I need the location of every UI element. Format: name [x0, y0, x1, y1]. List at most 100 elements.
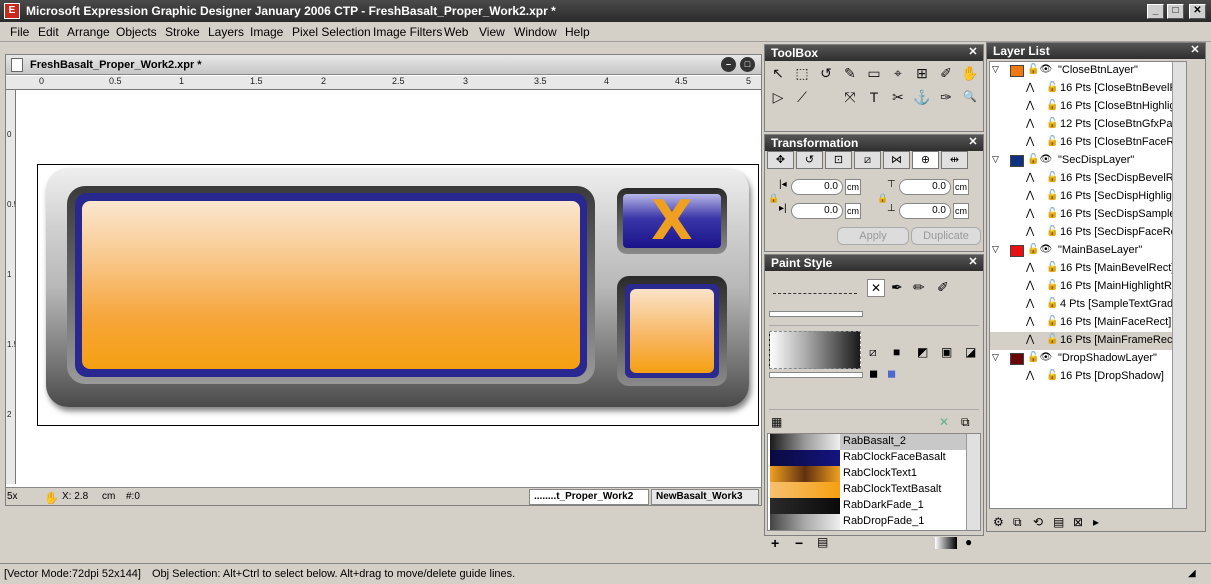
pen-tool-icon[interactable]: ✎	[840, 64, 860, 82]
move-tab-icon[interactable]: ✥	[767, 151, 794, 169]
expand-icon[interactable]: ▽	[992, 64, 999, 75]
unit-select[interactable]: cm	[953, 203, 969, 219]
menu-help[interactable]: Help	[565, 25, 590, 39]
object-row[interactable]: ⋀ 🔓16 Pts [SecDispHighlightRect]	[990, 188, 1186, 206]
no-fill-icon[interactable]: ⧄	[869, 345, 877, 360]
swatch-list[interactable]: RabBasalt_2 RabClockFaceBasalt RabClockT…	[767, 433, 981, 531]
main-frame-rect[interactable]: X	[46, 168, 749, 407]
new-layer-icon[interactable]: ⚙	[993, 515, 1004, 529]
doc-maximize-button[interactable]: □	[740, 57, 755, 72]
add-swatch-icon[interactable]: +	[771, 535, 779, 551]
swatch-item[interactable]: RabDropFade_1	[770, 514, 966, 530]
swatch-item[interactable]: RabClockTextBasalt	[770, 482, 966, 498]
remove-swatch-icon[interactable]: −	[795, 535, 803, 551]
default-colors-icon[interactable]: ◼	[887, 367, 896, 380]
lock-visible-icon[interactable]: 🔓👁	[1027, 244, 1052, 255]
merge-layer-icon[interactable]: ▤	[1053, 515, 1064, 529]
solid-fill-icon[interactable]: ■	[893, 345, 900, 359]
no-stroke-icon[interactable]: ✕	[867, 279, 885, 297]
delete-layer-icon[interactable]: ⊠	[1073, 515, 1083, 529]
swatch-item[interactable]: RabDarkFade_1	[770, 498, 966, 514]
sec-disp-bevel-rect[interactable]	[617, 276, 727, 386]
lock-icon[interactable]: 🔓	[1046, 334, 1058, 345]
close-icon[interactable]: ✕	[967, 136, 979, 148]
sample-text-gradient[interactable]	[82, 201, 580, 369]
transform-tool-icon[interactable]: ⤧	[840, 88, 860, 106]
layer-row[interactable]: ▽ 🔓👁 "CloseBtnLayer"	[990, 62, 1186, 80]
horizontal-ruler[interactable]: 0 0.5 1 1.5 2 2.5 3 3.5 4 4.5 5	[6, 76, 761, 90]
move-layer-icon[interactable]: ▸	[1093, 515, 1099, 529]
artboard[interactable]: X	[37, 164, 759, 426]
layer-row[interactable]: ▽ 🔓👁 "DropShadowLayer"	[990, 350, 1186, 368]
lock-icon[interactable]: 🔓	[1046, 226, 1058, 237]
bezier-tool-icon[interactable]: ⟋	[792, 88, 812, 106]
layer-color-swatch[interactable]	[1010, 353, 1024, 365]
layer-row[interactable]: ▽ 🔓👁 "MainBaseLayer"	[990, 242, 1186, 260]
right-field[interactable]: 0.0	[791, 203, 843, 219]
layer-row[interactable]: ▽ 🔓👁 "SecDispLayer"	[990, 152, 1186, 170]
direct-select-icon[interactable]: ▷	[768, 88, 788, 106]
lock-visible-icon[interactable]: 🔓👁	[1027, 154, 1052, 165]
zoom-tool-icon[interactable]: 🔍	[960, 88, 980, 106]
stroke-width-slider[interactable]	[769, 311, 863, 317]
zoom-level[interactable]: 5x	[7, 491, 18, 502]
minimize-button[interactable]: _	[1147, 4, 1164, 19]
layer-color-swatch[interactable]	[1010, 245, 1024, 257]
object-row[interactable]: ⋀ 🔓 16 Pts [MainBevelRect]	[990, 260, 1186, 278]
lock-icon[interactable]: 🔓	[1046, 298, 1058, 309]
hand-icon[interactable]: ✋	[44, 491, 59, 505]
rectangle-tool-icon[interactable]: ▭	[864, 64, 884, 82]
close-btn-face-rect[interactable]: X	[623, 194, 721, 248]
swap-colors-icon[interactable]: ◼	[869, 367, 878, 380]
scissors-tool-icon[interactable]: ✂	[888, 88, 908, 106]
object-row[interactable]: ⋀ 🔓 16 Pts [MainFaceRect]	[990, 314, 1186, 332]
top-field[interactable]: 0.0	[899, 179, 951, 195]
menu-file[interactable]: File	[10, 25, 29, 39]
scale-tab-icon[interactable]: ⊡	[825, 151, 852, 169]
duplicate-layer-icon[interactable]: ⧉	[1013, 515, 1022, 530]
bottom-field[interactable]: 0.0	[899, 203, 951, 219]
lock-icon[interactable]: 🔓	[1046, 262, 1058, 273]
swatch-item[interactable]: RabClockText1	[770, 466, 966, 482]
object-row[interactable]: ⋀ 🔓16 Pts [SecDispSampleGradient]	[990, 206, 1186, 224]
hand-tool-icon[interactable]: ✋	[960, 64, 980, 82]
text-tool-icon[interactable]: T	[864, 88, 884, 106]
close-icon[interactable]: ✕	[967, 46, 979, 58]
size-tab-icon[interactable]: ⊕	[912, 151, 939, 169]
copy-swatch-icon[interactable]: ⧉	[961, 415, 970, 430]
object-row[interactable]: ⋀ 🔓 16 Pts [MainHighlightRect]	[990, 278, 1186, 296]
lock-icon[interactable]: 🔓	[1046, 136, 1058, 147]
brush-tool-icon[interactable]: ✑	[936, 88, 956, 106]
menu-layers[interactable]: Layers	[208, 25, 244, 39]
menu-stroke[interactable]: Stroke	[165, 25, 200, 39]
calligraphy-stroke-icon[interactable]: ✐	[937, 279, 949, 296]
duplicate-button[interactable]: Duplicate	[911, 227, 981, 245]
close-btn-bevel-rect[interactable]: X	[617, 188, 727, 254]
skew-tab-icon[interactable]: ⧄	[854, 151, 881, 169]
swatch-item[interactable]: RabBasalt_2	[770, 434, 966, 450]
object-row[interactable]: ⋀ 🔓 4 Pts [SampleTextGradient]	[990, 296, 1186, 314]
swatch-library-icon[interactable]: ▦	[771, 415, 782, 429]
expand-icon[interactable]: ▽	[992, 244, 999, 255]
pencil-stroke-icon[interactable]: ✏	[913, 279, 925, 296]
brush-stroke-icon[interactable]: ✒	[891, 279, 903, 296]
lock-icon[interactable]: 🔓	[1046, 370, 1058, 381]
object-row[interactable]: ⋀ 🔓 16 Pts [CloseBtnFaceRect]	[990, 134, 1186, 152]
doc-minimize-button[interactable]: –	[721, 57, 736, 72]
layer-color-swatch[interactable]	[1010, 65, 1024, 77]
object-row[interactable]: ⋀ 🔓 16 Pts [CloseBtnBevelRect]	[990, 80, 1186, 98]
app-icon[interactable]: E	[4, 3, 20, 19]
flip-tab-icon[interactable]: ⋈	[883, 151, 910, 169]
menu-arrange[interactable]: Arrange	[67, 25, 110, 39]
texture-fill-icon[interactable]: ◪	[965, 345, 976, 359]
gradient-mode-icon[interactable]	[935, 537, 957, 549]
menu-view[interactable]: View	[479, 25, 505, 39]
crop-tool-icon[interactable]: ⌖	[888, 64, 908, 82]
vertical-ruler[interactable]: 0 0.5 1 1.5 2	[6, 90, 16, 484]
main-face-rect[interactable]	[75, 193, 587, 377]
left-field[interactable]: 0.0	[791, 179, 843, 195]
close-btn-gfx-path[interactable]: X	[623, 194, 721, 248]
apply-button[interactable]: Apply	[837, 227, 909, 245]
object-row[interactable]: ⋀ 🔓 16 Pts [SecDispBevelRect]	[990, 170, 1186, 188]
menu-web[interactable]: Web	[444, 25, 468, 39]
